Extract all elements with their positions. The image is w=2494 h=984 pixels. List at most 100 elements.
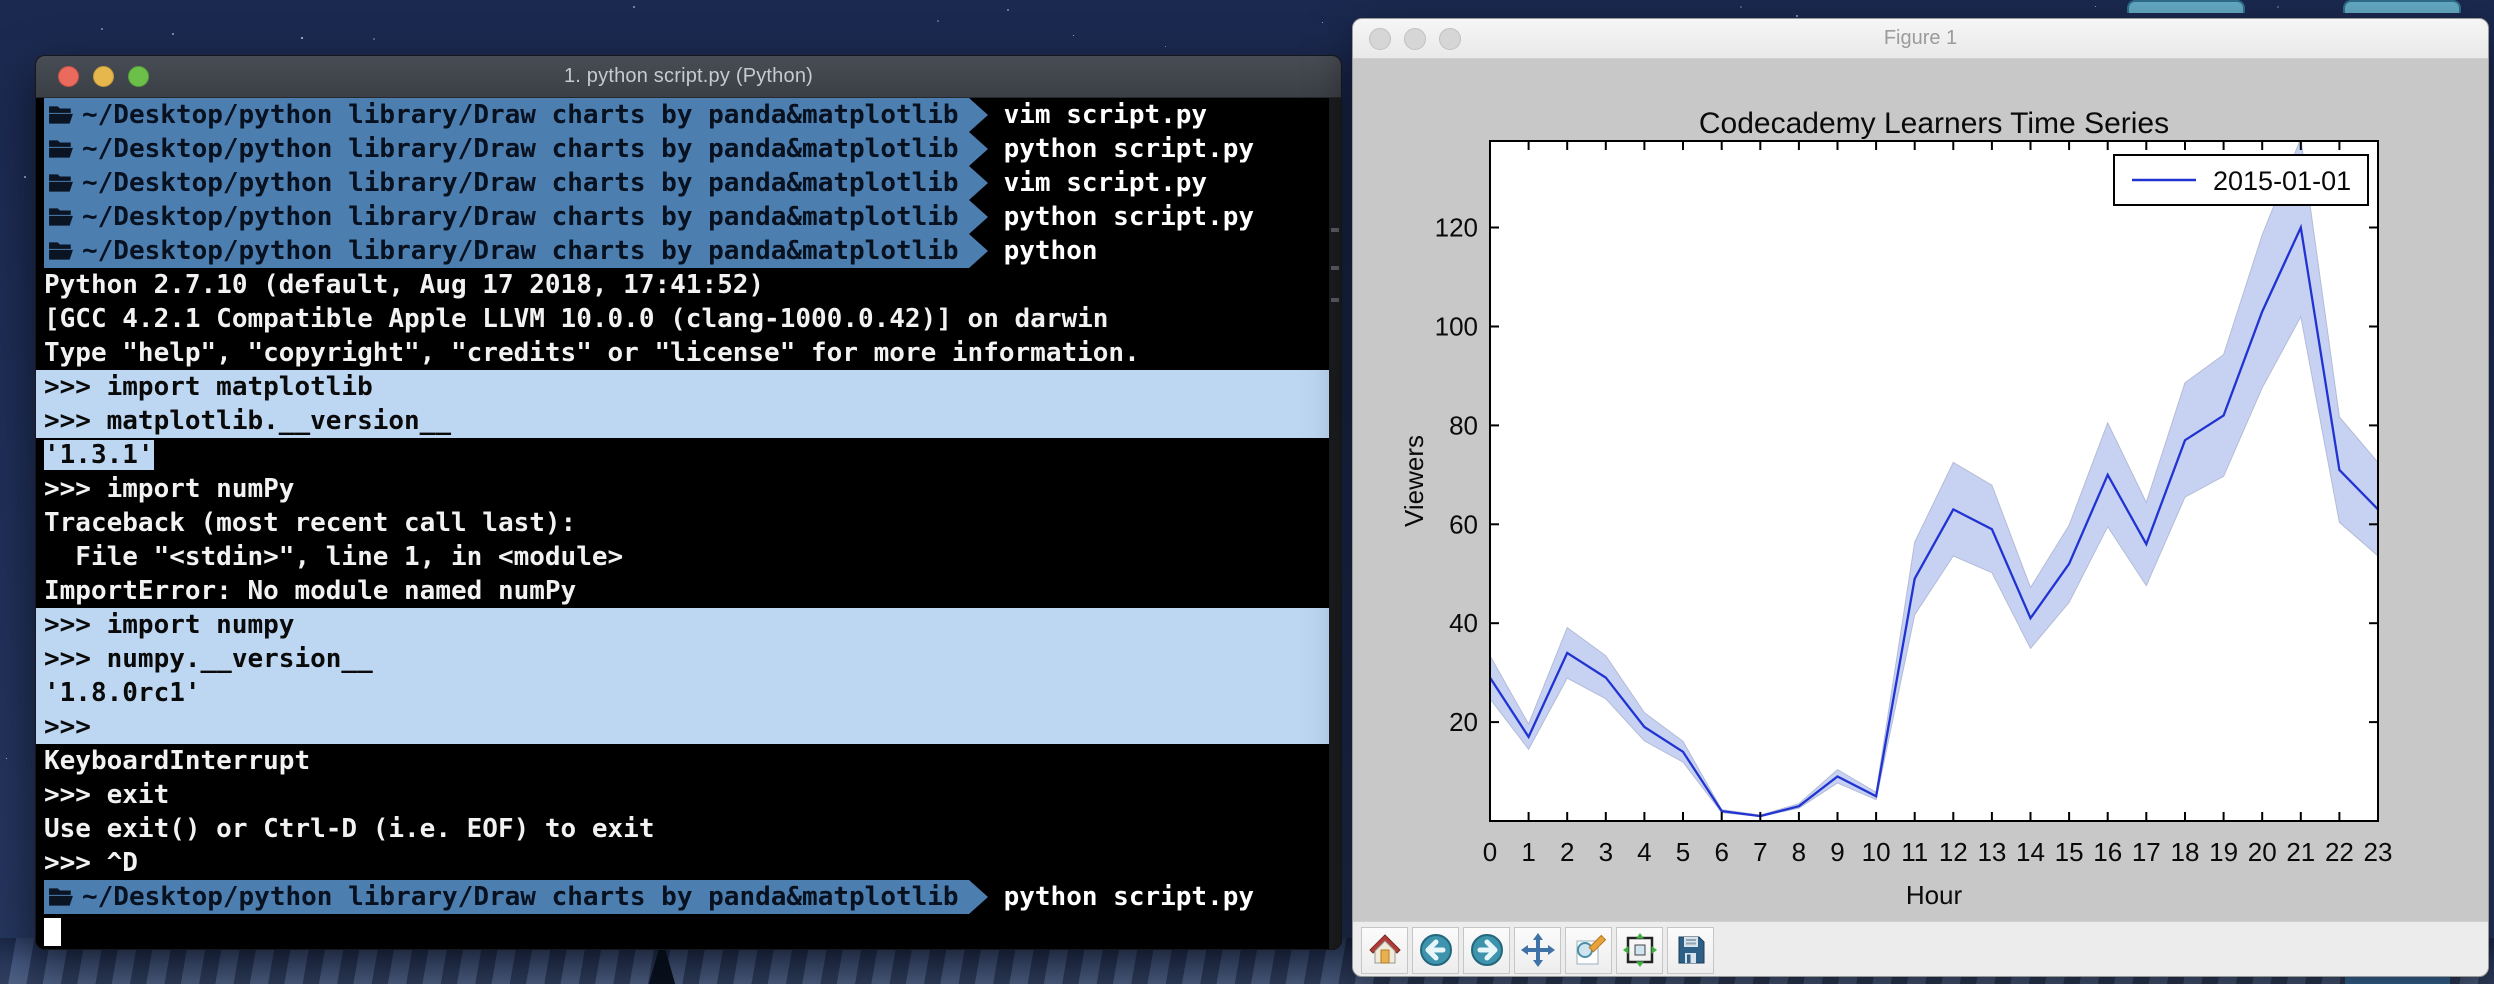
back-button[interactable] <box>1412 926 1459 974</box>
figure-toolbar <box>1353 921 2488 976</box>
command-text: python <box>1003 236 1098 266</box>
x-tick-label: 12 <box>1939 837 1968 867</box>
prompt-arrow-icon <box>968 132 988 166</box>
terminal-line: Use exit() or Ctrl-D (i.e. EOF) to exit <box>44 814 655 844</box>
terminal-title-bar[interactable]: 1. python script.py (Python) <box>36 56 1341 98</box>
terminal-window: 1. python script.py (Python) ~/Desktop/p… <box>35 55 1342 950</box>
terminal-line: Traceback (most recent call last): <box>44 508 577 538</box>
figure-window: Figure 1 0 1 2 3 4 5 6 7 8 9 10 11 12 13 14 15 16 17 18 19 2… <box>1352 18 2489 977</box>
terminal-line: ~/Desktop/python library/Draw charts by … <box>36 132 1341 166</box>
command-text: python script.py <box>1003 202 1255 232</box>
terminal-line: ~/Desktop/python library/Draw charts by … <box>36 200 1341 234</box>
plot-area <box>1490 141 2378 821</box>
x-tick-label: 16 <box>2093 837 2122 867</box>
terminal-line: >>> exit <box>44 780 170 810</box>
minimize-button-inactive[interactable] <box>1404 27 1426 50</box>
scrollbar-mark <box>1331 298 1339 302</box>
terminal-line: '1.3.1' <box>36 438 1341 472</box>
x-tick-label: 23 <box>2364 837 2393 867</box>
x-tick-label: 7 <box>1753 837 1767 867</box>
x-tick-label: 2 <box>1560 837 1574 867</box>
zoom-button-inactive[interactable] <box>1439 27 1461 50</box>
chart-svg: 0 1 2 3 4 5 6 7 8 9 10 11 12 13 14 15 16 17 18 19 20 21 22 2320… <box>1399 107 2393 910</box>
zoom-button[interactable] <box>1565 926 1612 974</box>
background-window-tab <box>2343 0 2461 13</box>
prompt-path: ~/Desktop/python library/Draw charts by … <box>82 100 959 130</box>
terminal-line: >>> <box>36 710 1341 744</box>
terminal-line <box>36 914 1341 948</box>
close-button[interactable] <box>58 66 79 87</box>
terminal-line: ~/Desktop/python library/Draw charts by … <box>36 234 1341 268</box>
y-tick-label: 100 <box>1435 311 1478 341</box>
prompt-segment: ~/Desktop/python library/Draw charts by … <box>44 166 969 200</box>
x-tick-label: 19 <box>2209 837 2238 867</box>
terminal-scrollbar[interactable] <box>1329 98 1341 949</box>
pan-icon <box>1520 933 1555 967</box>
save-icon <box>1678 936 1704 964</box>
folder-icon <box>49 106 73 124</box>
background-window-tab <box>2127 0 2245 13</box>
prompt-segment: ~/Desktop/python library/Draw charts by … <box>44 234 969 268</box>
x-tick-label: 14 <box>2016 837 2045 867</box>
prompt-path: ~/Desktop/python library/Draw charts by … <box>82 882 959 912</box>
prompt-path: ~/Desktop/python library/Draw charts by … <box>82 236 959 266</box>
figure-traffic-lights <box>1369 19 1461 58</box>
prompt-arrow-icon <box>968 234 988 268</box>
forward-button[interactable] <box>1463 926 1510 974</box>
forward-icon <box>1470 934 1503 966</box>
figure-title-bar[interactable]: Figure 1 <box>1353 19 2488 59</box>
x-tick-label: 1 <box>1521 837 1535 867</box>
close-button-inactive[interactable] <box>1369 27 1391 50</box>
prompt-segment: ~/Desktop/python library/Draw charts by … <box>44 880 969 914</box>
save-button[interactable] <box>1667 926 1714 974</box>
terminal-line: KeyboardInterrupt <box>44 746 311 776</box>
background-dock-chip <box>2345 976 2450 984</box>
x-tick-label: 13 <box>1977 837 2006 867</box>
x-tick-label: 6 <box>1714 837 1728 867</box>
figure-title: Figure 1 <box>1883 27 1958 49</box>
y-axis-label: Viewers <box>1399 435 1429 527</box>
terminal-line: ~/Desktop/python library/Draw charts by … <box>36 98 1341 132</box>
y-tick-label: 40 <box>1449 608 1478 638</box>
subplots-button[interactable] <box>1616 926 1663 974</box>
terminal-line: >>> ^D <box>44 848 138 878</box>
x-tick-label: 18 <box>2171 837 2200 867</box>
zoom-icon <box>1576 934 1606 965</box>
folder-icon <box>49 140 73 158</box>
folder-icon <box>49 208 73 226</box>
terminal-line: Python 2.7.10 (default, Aug 17 2018, 17:… <box>44 270 765 300</box>
terminal-line: >>> numpy.__version__ <box>36 642 1341 676</box>
prompt-segment: ~/Desktop/python library/Draw charts by … <box>44 200 969 234</box>
y-tick-label: 120 <box>1435 213 1478 243</box>
terminal-traffic-lights <box>58 56 149 97</box>
selected-text: '1.3.1' <box>44 440 154 470</box>
prompt-segment: ~/Desktop/python library/Draw charts by … <box>44 98 969 132</box>
terminal-body[interactable]: ~/Desktop/python library/Draw charts by … <box>36 98 1341 949</box>
pan-button[interactable] <box>1514 926 1561 974</box>
command-text: vim script.py <box>1003 100 1208 130</box>
terminal-cursor <box>44 918 61 946</box>
terminal-line: ~/Desktop/python library/Draw charts by … <box>36 166 1341 200</box>
prompt-arrow-icon <box>968 98 988 132</box>
prompt-path: ~/Desktop/python library/Draw charts by … <box>82 134 959 164</box>
command-text: vim script.py <box>1003 168 1208 198</box>
x-tick-label: 8 <box>1792 837 1806 867</box>
x-tick-label: 0 <box>1483 837 1497 867</box>
prompt-arrow-icon <box>968 166 988 200</box>
terminal-line: '1.8.0rc1' <box>36 676 1341 710</box>
terminal-line: >>> import numPy <box>44 474 295 504</box>
terminal-line: ImportError: No module named numPy <box>44 576 577 606</box>
terminal-line: [GCC 4.2.1 Compatible Apple LLVM 10.0.0 … <box>44 304 1109 334</box>
folder-icon <box>49 174 73 192</box>
subplots-icon <box>1622 933 1657 967</box>
minimize-button[interactable] <box>93 66 114 87</box>
desktop-background: 1. python script.py (Python) ~/Desktop/p… <box>0 0 2494 984</box>
back-icon <box>1419 934 1452 966</box>
prompt-arrow-icon <box>968 200 988 234</box>
x-axis-label: Hour <box>1906 880 1963 910</box>
zoom-button[interactable] <box>128 66 149 87</box>
home-button[interactable] <box>1361 926 1408 974</box>
terminal-line: Type "help", "copyright", "credits" or "… <box>44 338 1140 368</box>
chart-canvas[interactable]: 0 1 2 3 4 5 6 7 8 9 10 11 12 13 14 15 16 17 18 19 20 21 22 23 20… <box>1353 59 2488 921</box>
terminal-title: 1. python script.py (Python) <box>563 65 814 87</box>
